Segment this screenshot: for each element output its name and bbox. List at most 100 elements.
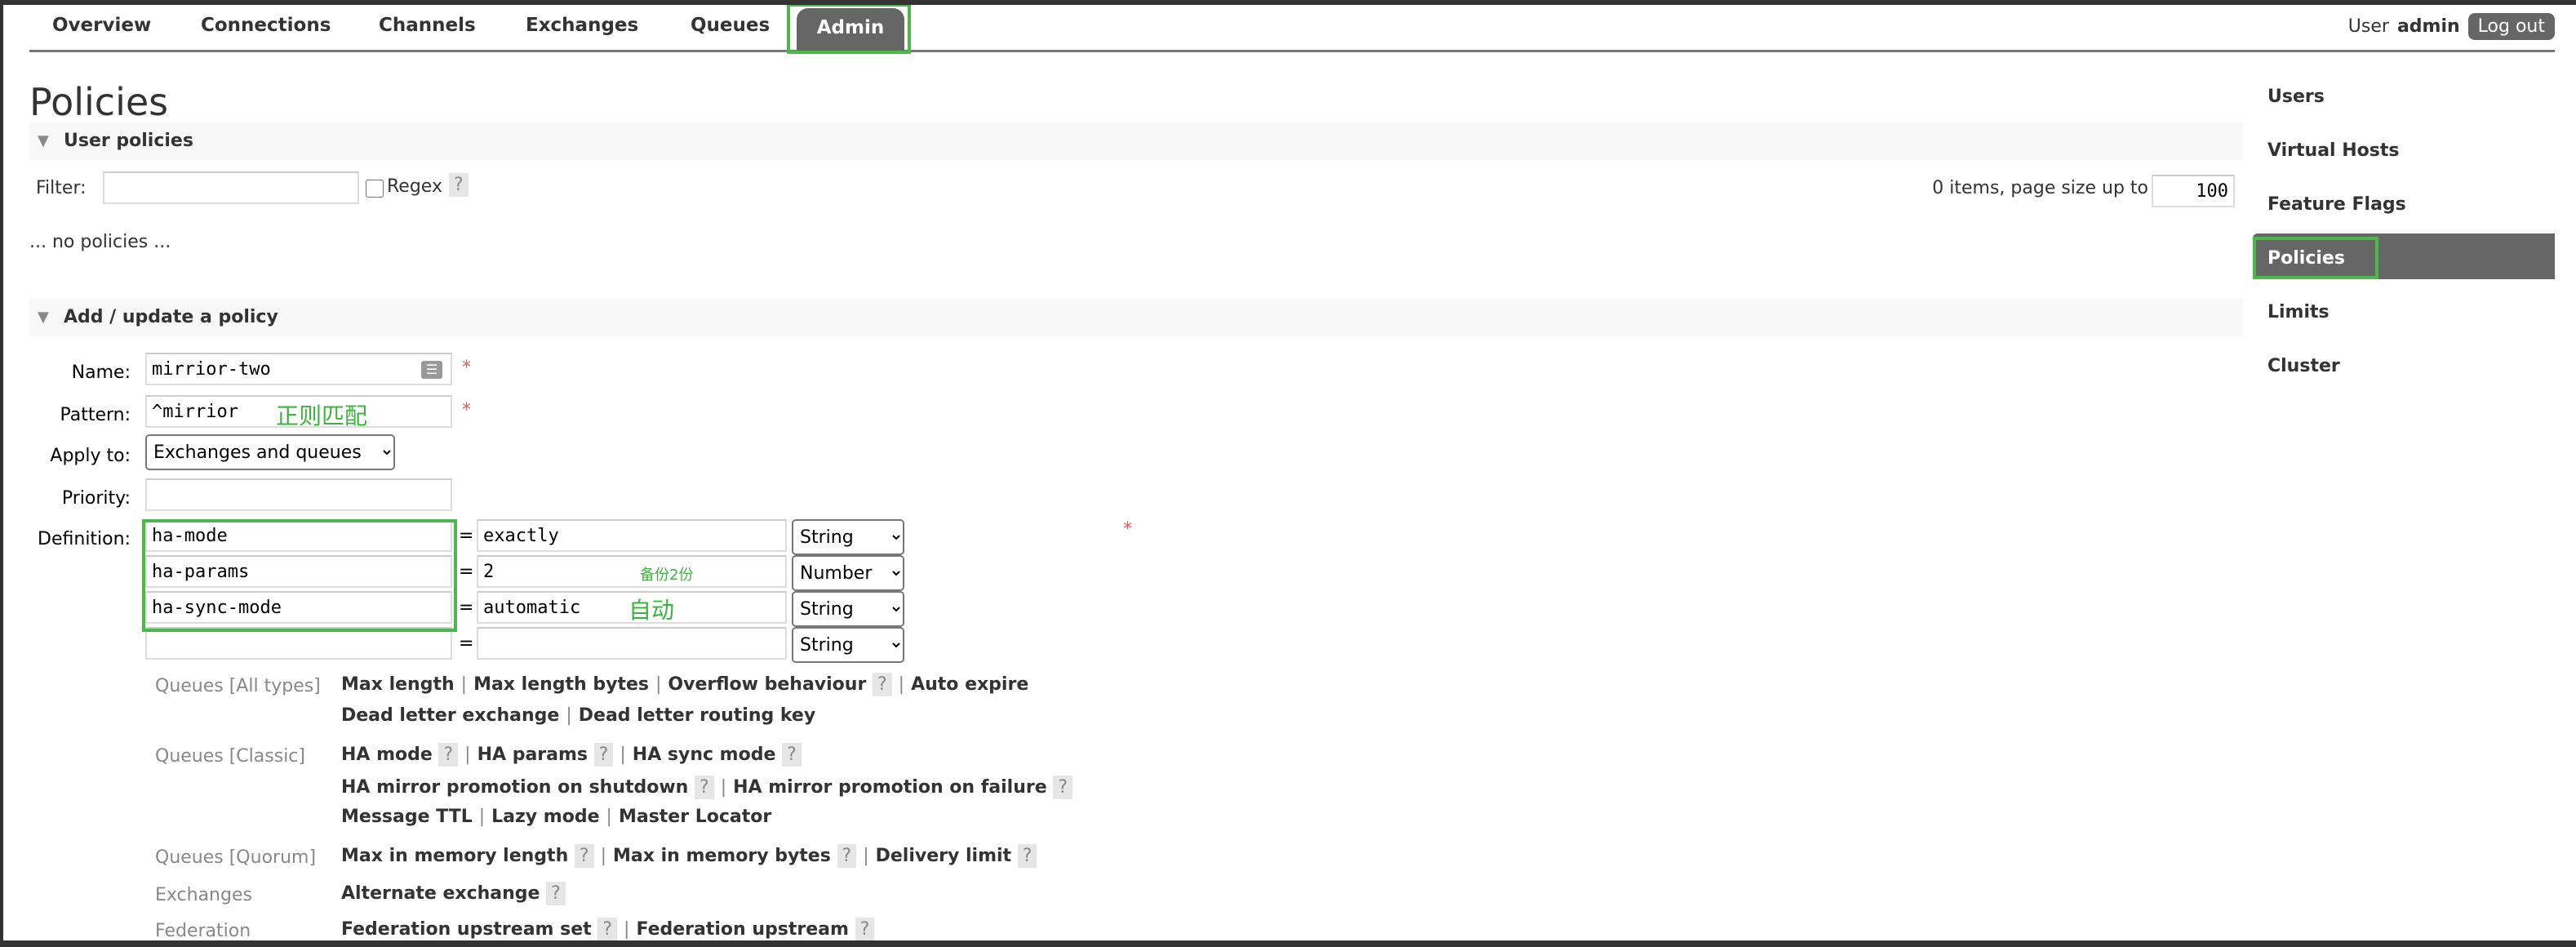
help-links-line: Max in memory length ? | Max in memory byt… [341,844,1037,868]
help-links-line: Max length | Max length bytes | Overflow beh… [341,673,1028,696]
name-input[interactable] [145,353,452,385]
apply-to-select[interactable]: Exchanges and queues [145,434,395,470]
section-title: Add / update a policy [64,307,278,327]
help-link[interactable]: HA mirror promotion on shutdown [341,777,688,798]
help-category: Exchanges [155,885,252,905]
user-policies-header[interactable]: ▼ User policies [29,122,2243,160]
help-category: Queues [All types] [155,676,321,696]
separator: | [720,777,727,798]
highlight-box [2253,237,2378,279]
equals-sign: = [459,634,474,654]
help-link[interactable]: Overflow behaviour [668,674,866,695]
definition-type-select[interactable]: String [792,627,904,663]
help-link[interactable]: Max length bytes [473,674,649,695]
help-link[interactable]: Delivery limit [876,846,1011,866]
regex-checkbox[interactable] [366,180,384,198]
add-policy-header[interactable]: ▼ Add / update a policy [29,299,2243,336]
tab-connections[interactable]: Connections [201,15,331,36]
regex-help-button[interactable]: ? [449,173,469,197]
contact-card-icon[interactable]: ☰ [421,361,442,379]
definition-type-select[interactable]: Number [792,555,904,591]
help-link[interactable]: HA sync mode [633,745,776,765]
help-button[interactable]: ? [597,918,618,940]
help-button[interactable]: ? [837,844,857,868]
help-link[interactable]: Max in memory length [341,846,568,866]
tab-queues[interactable]: Queues [691,15,770,36]
separator: | [464,745,471,765]
separator: | [478,807,486,827]
help-link[interactable]: Max length [341,674,455,695]
help-link[interactable]: Alternate exchange [341,883,540,904]
help-link[interactable]: Auto expire [911,674,1028,695]
separator: | [620,745,626,765]
pattern-note: 正则匹配 [276,402,368,429]
help-link[interactable]: Federation upstream [636,919,848,940]
page-title: Policies [29,80,169,124]
tab-channels[interactable]: Channels [379,15,476,36]
logout-button[interactable]: Log out [2467,13,2555,40]
separator: | [606,807,612,827]
help-link[interactable]: HA params [477,745,588,765]
help-link[interactable]: Lazy mode [491,807,599,827]
section-title: User policies [64,131,193,151]
collapse-triangle-icon: ▼ [38,132,49,149]
user-info: User admin Log out [2348,13,2555,40]
sidebar-item-users[interactable]: Users [2267,87,2325,107]
help-link[interactable]: Dead letter routing key [579,705,815,726]
help-link[interactable]: Dead letter exchange [341,705,559,726]
pattern-label: Pattern: [60,405,131,425]
separator: | [566,705,572,726]
priority-label: Priority: [61,488,131,509]
definition-type-select[interactable]: String [792,519,904,555]
sidebar-item-virtual-hosts[interactable]: Virtual Hosts [2267,140,2400,161]
help-button[interactable]: ? [438,743,459,767]
help-links-line: Alternate exchange ? [341,882,566,905]
priority-input[interactable] [145,478,452,511]
definition-value-input[interactable] [477,627,787,660]
help-button[interactable]: ? [1017,844,1037,868]
rabbitmq-admin-page: Overview Connections Channels Exchanges … [3,5,2576,940]
required-marker: * [1123,519,1132,540]
help-category: Federation [155,921,251,940]
help-button[interactable]: ? [574,844,594,868]
sidebar-item-feature-flags[interactable]: Feature Flags [2267,194,2406,215]
required-marker: * [462,400,471,420]
separator: | [600,846,607,866]
help-link[interactable]: Master Locator [619,807,771,827]
highlight-box [787,5,911,54]
tab-exchanges[interactable]: Exchanges [526,15,638,36]
sidebar-item-cluster[interactable]: Cluster [2267,356,2340,376]
separator: | [624,919,630,940]
help-button[interactable]: ? [593,743,614,767]
definition-type-select[interactable]: String [792,591,904,627]
filter-input[interactable] [103,171,359,204]
definition-value-input[interactable] [477,519,787,552]
help-links-line: HA mirror promotion on shutdown ? | HA mir… [341,776,1073,799]
help-category: Queues [Quorum] [155,847,317,868]
help-links-line: HA mode ? | HA params ? | HA sync mode ? [341,743,802,767]
separator: | [655,674,662,695]
help-link[interactable]: HA mirror promotion on failure [733,777,1047,798]
help-links-line: Message TTL | Lazy mode | Master Locator [341,807,771,827]
help-button[interactable]: ? [872,673,892,696]
help-link[interactable]: HA mode [341,745,433,765]
equals-sign: = [459,598,474,618]
help-link[interactable]: Federation upstream set [341,919,592,940]
nav-divider [29,50,2555,52]
items-count-text: 0 items, page size up to [1932,178,2148,198]
definition-value-input[interactable] [477,555,787,588]
help-button[interactable]: ? [782,743,802,767]
help-button[interactable]: ? [695,776,714,799]
help-link[interactable]: Max in memory bytes [613,846,831,866]
help-button[interactable]: ? [546,882,566,905]
definition-key-input[interactable] [145,627,452,660]
help-button[interactable]: ? [1053,776,1073,799]
tab-overview[interactable]: Overview [52,15,151,36]
help-link[interactable]: Message TTL [341,807,473,827]
separator: | [460,674,468,695]
help-button[interactable]: ? [855,918,875,940]
sidebar-item-limits[interactable]: Limits [2267,302,2330,322]
empty-policies-text: ... no policies ... [29,232,171,252]
page-size-input[interactable] [2152,175,2235,207]
required-marker: * [462,358,471,378]
